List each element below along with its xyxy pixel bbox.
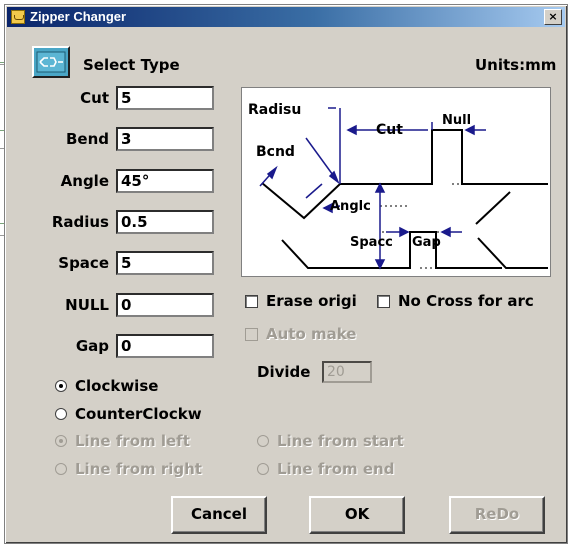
erase-origi-label: Erase origi xyxy=(266,292,357,310)
zipper-diagram-svg: Radisu Cut Null Bcnd Anglc Spacc Gap xyxy=(248,102,548,270)
line-from-right-label: Line from right xyxy=(75,460,202,478)
radius-label: Radius xyxy=(51,213,109,231)
clockwise-radio-dot[interactable] xyxy=(55,380,67,392)
bend-field[interactable]: 3 xyxy=(116,127,214,151)
auto-make-label: Auto make xyxy=(266,325,357,343)
counterclockwise-label: CounterClockw xyxy=(75,405,202,423)
erase-origi-checkbox[interactable]: Erase origi xyxy=(245,292,357,310)
line-from-end-dot[interactable] xyxy=(257,463,269,475)
diagram-label-cut: Cut xyxy=(376,122,403,138)
line-from-left-dot[interactable] xyxy=(55,435,67,447)
clockwise-label: Clockwise xyxy=(75,377,159,395)
diagram-upper-right-slope xyxy=(475,191,511,225)
diagram-label-angle: Anglc xyxy=(330,199,371,214)
gap-field[interactable]: 0 xyxy=(116,334,214,358)
cut-field[interactable]: 5 xyxy=(116,86,214,110)
null-label: NULL xyxy=(65,296,109,314)
space-field[interactable]: 5 xyxy=(116,251,214,275)
counterclockwise-radio-dot[interactable] xyxy=(55,408,67,420)
bend-label: Bend xyxy=(65,130,109,148)
gap-label: Gap xyxy=(75,337,109,355)
divide-label: Divide xyxy=(257,363,311,381)
zipper-type-icon xyxy=(36,51,66,73)
line-from-right-dot[interactable] xyxy=(55,463,67,475)
line-from-start-radio[interactable]: Line from start xyxy=(257,432,404,450)
zipper-preview-diagram: Radisu Cut Null Bcnd Anglc Spacc Gap xyxy=(241,87,551,277)
diagram-lower-right-slope xyxy=(477,237,548,269)
line-from-start-label: Line from start xyxy=(277,432,404,450)
clockwise-radio[interactable]: Clockwise xyxy=(55,377,158,395)
select-type-label: Select Type xyxy=(83,56,180,74)
erase-origi-box[interactable] xyxy=(245,294,258,308)
diagram-label-null: Null xyxy=(442,113,471,128)
angle-label: Angle xyxy=(60,172,109,190)
angle-field[interactable]: 45° xyxy=(116,169,214,193)
line-from-end-radio[interactable]: Line from end xyxy=(257,460,394,478)
close-button[interactable]: × xyxy=(544,9,562,25)
no-cross-box[interactable] xyxy=(377,294,390,308)
line-from-end-label: Line from end xyxy=(277,460,395,478)
cancel-button[interactable]: Cancel xyxy=(171,496,267,534)
no-cross-label: No Cross for arc xyxy=(398,292,534,310)
line-from-left-radio[interactable]: Line from left xyxy=(55,432,190,450)
line-from-right-radio[interactable]: Line from right xyxy=(55,460,202,478)
diagram-label-space: Spacc xyxy=(350,235,393,250)
redo-button[interactable]: ReDo xyxy=(449,496,545,534)
select-type-button[interactable] xyxy=(32,46,70,78)
null-field[interactable]: 0 xyxy=(116,293,214,317)
space-label: Space xyxy=(58,254,109,272)
counterclockwise-radio[interactable]: CounterClockw xyxy=(55,405,202,423)
divide-field[interactable]: 20 xyxy=(322,361,372,383)
line-from-left-label: Line from left xyxy=(75,432,190,450)
line-from-start-dot[interactable] xyxy=(257,435,269,447)
diagram-upper-profile xyxy=(261,129,490,220)
no-cross-checkbox[interactable]: No Cross for arc xyxy=(377,292,534,310)
zipper-app-icon xyxy=(11,10,25,24)
radius-field[interactable]: 0.5 xyxy=(116,210,214,234)
diagram-label-gap: Gap xyxy=(412,235,441,250)
cut-label: Cut xyxy=(80,89,109,107)
auto-make-checkbox[interactable]: Auto make xyxy=(245,325,356,343)
ok-button[interactable]: OK xyxy=(309,496,405,534)
diagram-label-bend: Bcnd xyxy=(256,144,295,160)
zipper-changer-dialog: Zipper Changer × Select Type Units:mm Cu… xyxy=(4,4,568,544)
title-bar[interactable]: Zipper Changer × xyxy=(7,7,565,27)
diagram-label-radius: Radisu xyxy=(248,102,301,118)
window-title: Zipper Changer xyxy=(30,9,127,24)
auto-make-box[interactable] xyxy=(245,327,258,341)
units-label: Units:mm xyxy=(475,56,557,74)
